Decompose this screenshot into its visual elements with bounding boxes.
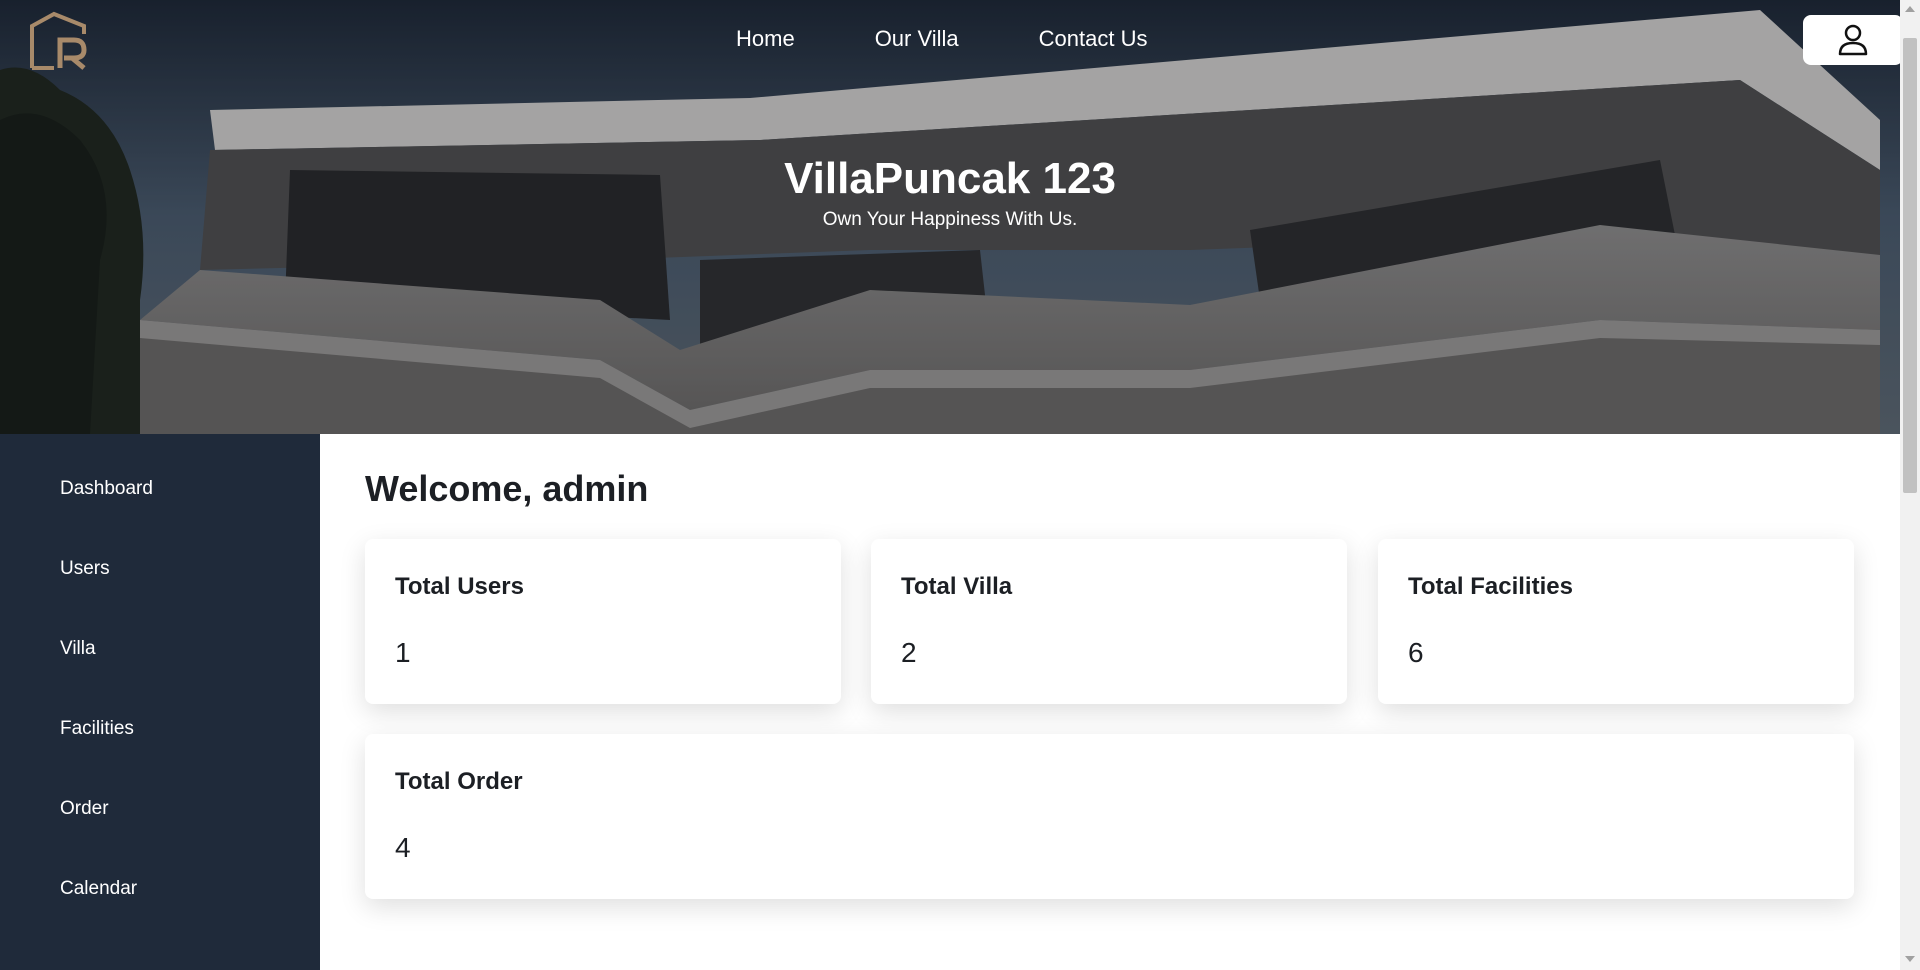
stat-card-total-order: Total Order 4 <box>365 734 1854 899</box>
scroll-down-arrow-icon[interactable] <box>1905 956 1915 962</box>
dashboard-main: Welcome, admin Total Users 1 Total Villa… <box>320 434 1900 970</box>
admin-sidebar: Dashboard Users Villa Facilities Order C… <box>0 434 320 970</box>
nav-home-link[interactable]: Home <box>736 26 795 52</box>
scrollbar-thumb[interactable] <box>1903 38 1917 493</box>
scroll-up-arrow-icon[interactable] <box>1905 6 1915 12</box>
stat-card-title: Total Order <box>395 768 523 795</box>
stat-card-value: 6 <box>1408 637 1424 668</box>
nav-contact-us-link[interactable]: Contact Us <box>1039 26 1148 52</box>
hero-title: VillaPuncak 123 <box>784 154 1116 203</box>
hero-banner: Home Our Villa Contact Us VillaPuncak 12… <box>0 0 1900 434</box>
stat-card-total-users: Total Users 1 <box>365 539 841 704</box>
stat-card-value: 1 <box>395 637 411 668</box>
stat-card-title: Total Villa <box>901 573 1013 600</box>
hero-subtitle: Own Your Happiness With Us. <box>822 209 1078 230</box>
stat-card-total-villa: Total Villa 2 <box>871 539 1347 704</box>
stat-card-value: 4 <box>395 832 411 863</box>
lr-logo-icon[interactable] <box>28 10 92 72</box>
user-icon <box>1838 24 1868 56</box>
sidebar-item-calendar[interactable]: Calendar <box>60 878 137 900</box>
user-account-button[interactable] <box>1803 15 1900 65</box>
nav-our-villa-link[interactable]: Our Villa <box>875 26 959 52</box>
sidebar-item-villa[interactable]: Villa <box>60 638 96 660</box>
stat-card-total-facilities: Total Facilities 6 <box>1378 539 1854 704</box>
sidebar-item-facilities[interactable]: Facilities <box>60 718 134 740</box>
welcome-heading: Welcome, admin <box>365 468 649 509</box>
main-nav: Home Our Villa Contact Us <box>736 26 1147 52</box>
page-scrollbar[interactable] <box>1900 0 1920 970</box>
sidebar-item-dashboard[interactable]: Dashboard <box>60 478 153 500</box>
sidebar-item-users[interactable]: Users <box>60 558 110 580</box>
sidebar-item-order[interactable]: Order <box>60 798 109 820</box>
stat-card-title: Total Users <box>395 573 524 600</box>
stat-card-title: Total Facilities <box>1408 573 1573 600</box>
stat-card-value: 2 <box>901 637 917 668</box>
